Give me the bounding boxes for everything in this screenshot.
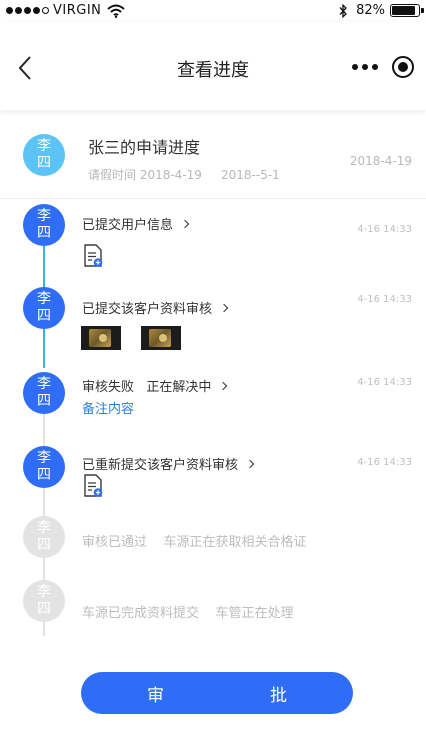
step-title-review-passed: 审核已通过 车源正在获取相关合格证 — [82, 535, 307, 550]
step-avatar: 李四 — [23, 287, 65, 329]
step-avatar-pending: 李四 — [23, 580, 65, 622]
approve-button-label-right: 批 — [270, 685, 287, 706]
attachment-thumbnail[interactable] — [141, 326, 181, 350]
approve-button-label-left: 审 — [147, 685, 164, 706]
step-title-resubmitted[interactable]: 已重新提交该客户资料审核 — [82, 454, 255, 473]
approve-button[interactable]: 审 批 — [81, 672, 353, 714]
chevron-right-icon — [219, 303, 229, 313]
step-avatar: 李四 — [23, 372, 65, 414]
step-title-review-failed[interactable]: 审核失败 正在解决中 — [82, 376, 228, 395]
progress-timeline: 李四 已提交用户信息 4-16 14:33 李四 已提交该客户资料审核 4-16… — [0, 0, 426, 749]
step-time: 4-16 14:33 — [357, 457, 412, 468]
document-icon[interactable] — [83, 474, 103, 498]
step-avatar: 李四 — [23, 204, 65, 246]
step-title-submitted-user-info[interactable]: 已提交用户信息 — [82, 214, 190, 233]
step-title-materials-submitted: 车源已完成资料提交 车管正在处理 — [82, 606, 294, 621]
step-time: 4-16 14:33 — [357, 294, 412, 305]
step-time: 4-16 14:33 — [357, 377, 412, 388]
step-title-submitted-review[interactable]: 已提交该客户资料审核 — [82, 298, 229, 317]
document-icon[interactable] — [83, 244, 103, 268]
step-avatar-pending: 李四 — [23, 516, 65, 558]
attachment-thumbnail[interactable] — [81, 326, 121, 350]
chevron-right-icon — [219, 381, 228, 391]
chevron-right-icon — [245, 459, 255, 469]
note-text: 备注内容 — [82, 402, 135, 417]
chevron-right-icon — [180, 219, 190, 229]
step-avatar: 李四 — [23, 446, 65, 488]
step-time: 4-16 14:33 — [357, 224, 412, 235]
